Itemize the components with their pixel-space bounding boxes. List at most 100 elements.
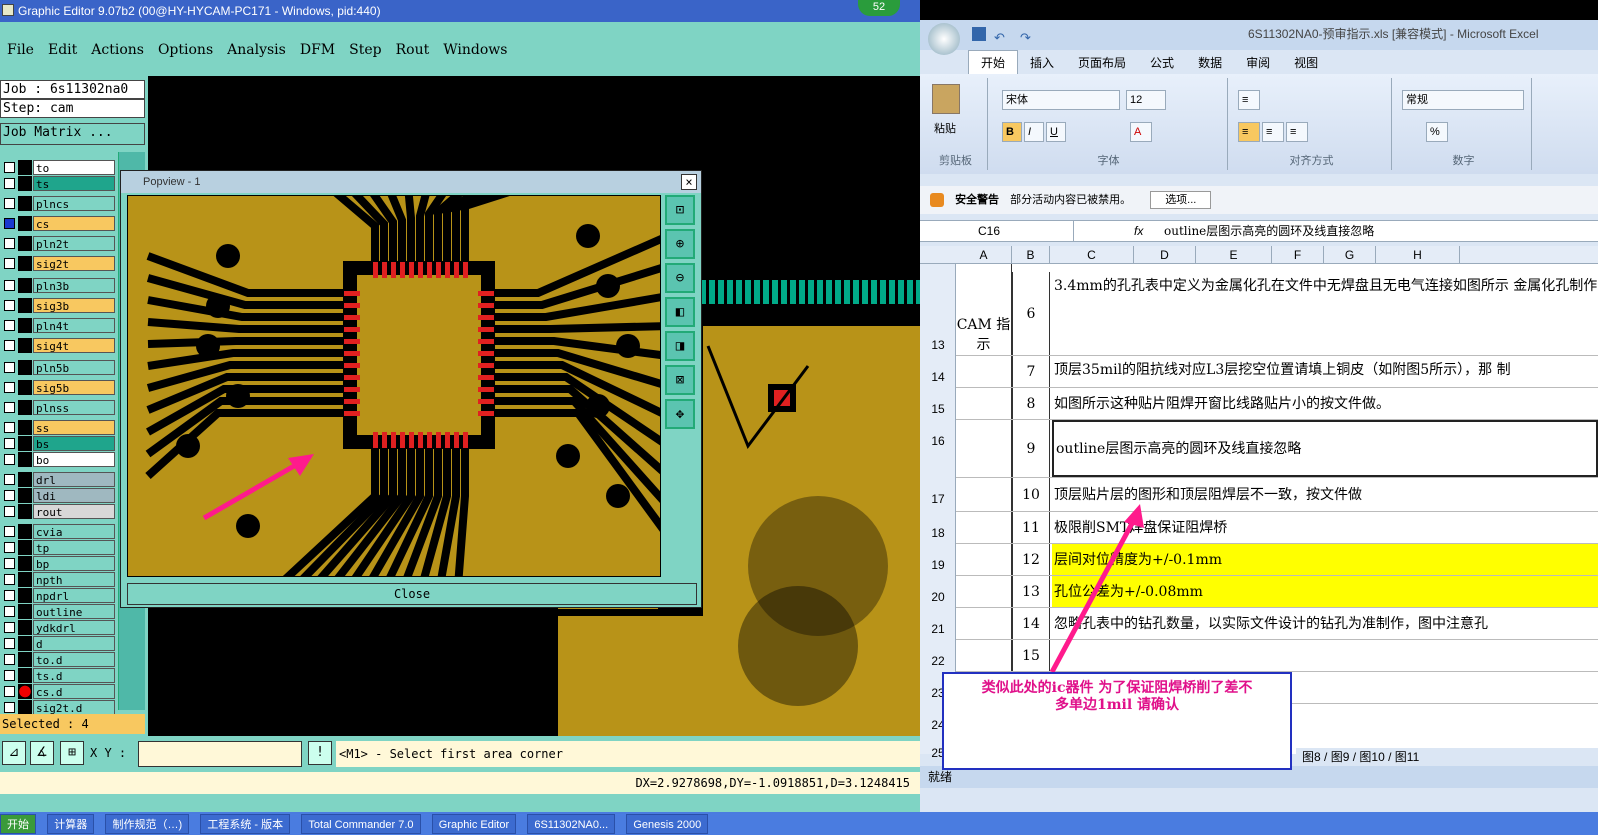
font-name-select[interactable]: 宋体: [1002, 90, 1120, 110]
zoom-out-icon[interactable]: ⊖: [665, 263, 695, 293]
layer-row-cvia[interactable]: cvia: [0, 524, 118, 539]
layer-name[interactable]: bp: [33, 556, 115, 571]
layer-name[interactable]: pln2t: [33, 236, 115, 251]
layer-name[interactable]: to.d: [33, 652, 115, 667]
tab-formulas[interactable]: 公式: [1138, 51, 1186, 75]
layer-checkbox[interactable]: [4, 670, 15, 681]
row-number[interactable]: 19: [920, 558, 956, 572]
instruction-row[interactable]: 7 顶层35mil的阻抗线对应L3层挖空位置请填上铜皮（如附图5所示），那 制: [956, 356, 1598, 388]
layer-name[interactable]: cvia: [33, 524, 115, 539]
layer-checkbox[interactable]: [4, 474, 15, 485]
layer-name[interactable]: sig3b: [33, 298, 115, 313]
row-number[interactable]: 17: [920, 492, 956, 506]
layer-checkbox[interactable]: [4, 218, 15, 229]
layer-row-ss[interactable]: ss: [0, 420, 118, 435]
name-box[interactable]: C16: [924, 221, 1074, 241]
font-color-icon[interactable]: A: [1130, 122, 1152, 142]
layer-checkbox[interactable]: [4, 362, 15, 373]
taskbar-item-eng-system[interactable]: 工程系统 - 版本: [200, 814, 291, 834]
popview-close-button[interactable]: Close: [127, 583, 697, 605]
layer-row-ldi[interactable]: ldi: [0, 488, 118, 503]
layer-name[interactable]: sig2t.d: [33, 700, 115, 715]
col-b[interactable]: B: [1012, 246, 1050, 264]
percent-icon[interactable]: %: [1426, 122, 1448, 142]
align-left-icon[interactable]: ≡: [1238, 122, 1260, 142]
office-button-icon[interactable]: [928, 23, 960, 55]
col-f[interactable]: F: [1272, 246, 1324, 264]
layer-name[interactable]: ts: [33, 176, 115, 191]
layer-checkbox[interactable]: [4, 622, 15, 633]
layer-row-bp[interactable]: bp: [0, 556, 118, 571]
zoom-in-icon[interactable]: ⊕: [665, 229, 695, 259]
layer-name[interactable]: drl: [33, 472, 115, 487]
layer-checkbox[interactable]: [4, 526, 15, 537]
sheet-tab-10[interactable]: 图10: [1359, 750, 1384, 764]
menu-analysis[interactable]: Analysis: [220, 36, 293, 64]
sheet-tab-8[interactable]: 图8: [1302, 750, 1321, 764]
align-right-icon[interactable]: ≡: [1286, 122, 1308, 142]
tab-page-layout[interactable]: 页面布局: [1066, 51, 1138, 75]
taskbar-item-genesis[interactable]: Genesis 2000: [626, 814, 709, 834]
layer-name[interactable]: plncs: [33, 196, 115, 211]
layer-row-sig2t[interactable]: sig2t: [0, 256, 118, 271]
layer-checkbox[interactable]: [4, 686, 15, 697]
menu-file[interactable]: File: [0, 36, 41, 64]
layer-checkbox[interactable]: [4, 178, 15, 189]
row-number[interactable]: 22: [920, 654, 956, 668]
layer-name[interactable]: outline: [33, 604, 115, 619]
font-size-select[interactable]: 12: [1126, 90, 1166, 110]
save-icon[interactable]: [972, 27, 986, 41]
step-field[interactable]: Step: cam: [0, 99, 145, 118]
layer-name[interactable]: sig4t: [33, 338, 115, 353]
layer-name[interactable]: ss: [33, 420, 115, 435]
layer-checkbox[interactable]: [4, 238, 15, 249]
row-number[interactable]: 15: [920, 402, 956, 416]
layer-checkbox[interactable]: [4, 590, 15, 601]
italic-icon[interactable]: I: [1024, 122, 1044, 142]
fit-icon[interactable]: ⊡: [665, 195, 695, 225]
layer-row-drl[interactable]: drl: [0, 472, 118, 487]
layer-name[interactable]: bo: [33, 452, 115, 467]
layer-checkbox[interactable]: [4, 340, 15, 351]
layer-checkbox[interactable]: [4, 320, 15, 331]
layer-checkbox[interactable]: [4, 606, 15, 617]
layer-row-sig3b[interactable]: sig3b: [0, 298, 118, 313]
layer-checkbox[interactable]: [4, 558, 15, 569]
layer-row-ts[interactable]: ts: [0, 176, 118, 191]
layer-name[interactable]: tp: [33, 540, 115, 555]
align-center-icon[interactable]: ≡: [1262, 122, 1284, 142]
layer-checkbox[interactable]: [4, 258, 15, 269]
bold-icon[interactable]: B: [1002, 122, 1022, 142]
layer-row-pln4t[interactable]: pln4t: [0, 318, 118, 333]
row-number[interactable]: 21: [920, 622, 956, 636]
layer-name[interactable]: bs: [33, 436, 115, 451]
menu-options[interactable]: Options: [151, 36, 220, 64]
menu-edit[interactable]: Edit: [41, 36, 84, 64]
pan-right-icon[interactable]: ◨: [665, 331, 695, 361]
tab-view[interactable]: 视图: [1282, 51, 1330, 75]
menu-rout[interactable]: Rout: [389, 36, 437, 64]
layer-checkbox[interactable]: [4, 198, 15, 209]
layer-checkbox[interactable]: [4, 654, 15, 665]
layer-row-pln2t[interactable]: pln2t: [0, 236, 118, 251]
layer-checkbox[interactable]: [4, 280, 15, 291]
row-number[interactable]: 16: [920, 434, 956, 448]
layer-row-to-d[interactable]: to.d: [0, 652, 118, 667]
job-matrix-button[interactable]: Job Matrix ...: [0, 123, 145, 145]
layer-checkbox[interactable]: [4, 162, 15, 173]
tab-insert[interactable]: 插入: [1018, 51, 1066, 75]
layer-row-d[interactable]: d: [0, 636, 118, 651]
layer-row-plnss[interactable]: plnss: [0, 400, 118, 415]
paste-icon[interactable]: [932, 84, 960, 114]
sheet-tab-9[interactable]: 图9: [1331, 750, 1350, 764]
xy-input[interactable]: [138, 741, 302, 767]
pan-left-icon[interactable]: ◧: [665, 297, 695, 327]
layer-name[interactable]: pln4t: [33, 318, 115, 333]
undo-icon[interactable]: ↶: [994, 24, 1005, 52]
col-e[interactable]: E: [1196, 246, 1272, 264]
layer-name[interactable]: pln5b: [33, 360, 115, 375]
row-number[interactable]: 13: [920, 338, 956, 352]
col-h[interactable]: H: [1376, 246, 1460, 264]
layer-name[interactable]: pln3b: [33, 278, 115, 293]
layer-name[interactable]: plnss: [33, 400, 115, 415]
